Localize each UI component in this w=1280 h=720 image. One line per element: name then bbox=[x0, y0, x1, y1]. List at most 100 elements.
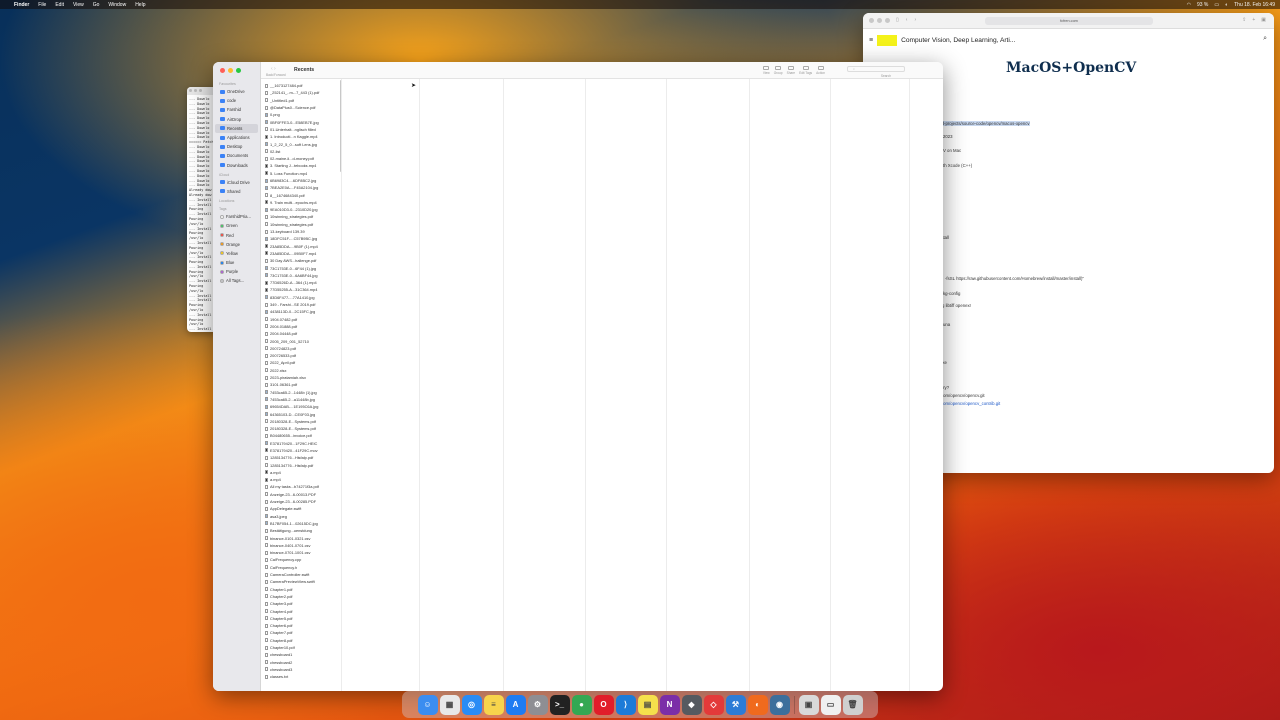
sidebar-item-onedrive[interactable]: OneDrive bbox=[215, 87, 258, 96]
list-item[interactable]: a.mp4 bbox=[265, 469, 341, 476]
sidebar-item-shared[interactable]: Shared bbox=[215, 187, 258, 196]
list-item[interactable]: B17BF054-1...02615DC.jpg bbox=[265, 520, 341, 527]
list-item[interactable]: 01-Unterhalt...nglisch filled bbox=[265, 126, 341, 133]
column-divider[interactable] bbox=[749, 79, 750, 691]
sidebar-item-downloads[interactable]: Downloads bbox=[215, 161, 258, 170]
list-item[interactable]: 5. Loss Function.mp4 bbox=[265, 170, 341, 177]
list-item[interactable]: 73C1753E-0...6F44 (1).jpg bbox=[265, 264, 341, 271]
list-item[interactable]: 1. Introducti...n Kaggle.mp4 bbox=[265, 133, 341, 140]
list-item[interactable]: 9. Train multi...epochs.mp4 bbox=[265, 199, 341, 206]
forward-icon[interactable]: › bbox=[914, 17, 916, 23]
new-tab-icon[interactable]: + bbox=[1252, 17, 1255, 23]
list-item[interactable]: 02-list bbox=[265, 148, 341, 155]
list-item[interactable]: 1904.07482.pdf bbox=[265, 316, 341, 323]
list-item[interactable]: 02-maine-li...d-money.pdf bbox=[265, 155, 341, 162]
dock-safari-icon[interactable]: ◎ bbox=[461, 694, 482, 715]
close-button[interactable] bbox=[220, 68, 225, 73]
column-divider[interactable] bbox=[341, 79, 342, 691]
edit-tags-button[interactable]: Edit Tags bbox=[799, 66, 812, 75]
list-item[interactable]: E378179420...1F29C.HEIC bbox=[265, 440, 341, 447]
list-item[interactable]: asa3.jpeg bbox=[265, 513, 341, 520]
sidebar-tag[interactable]: FarshidPria... bbox=[215, 212, 258, 221]
list-item[interactable]: 77D6526D-A...364 (1).mp4 bbox=[265, 279, 341, 286]
action-button[interactable]: Action bbox=[816, 66, 825, 75]
list-item[interactable]: 1285134776...Hisfalp.pdf bbox=[265, 461, 341, 468]
menu-help[interactable]: Help bbox=[135, 2, 145, 8]
sidebar-item-code[interactable]: code bbox=[215, 96, 258, 105]
list-item[interactable]: 10winning_strategies.pdf bbox=[265, 213, 341, 220]
search-icon[interactable]: ⌕ bbox=[1263, 35, 1267, 43]
list-item[interactable]: 3. Starting J...tebooks.mp4 bbox=[265, 162, 341, 169]
sidebar-item-desktop[interactable]: Desktop bbox=[215, 142, 258, 151]
list-item[interactable]: 2022.xlsx bbox=[265, 367, 341, 374]
menu-window[interactable]: Window bbox=[108, 2, 126, 8]
dock-preview-icon[interactable]: ▣ bbox=[798, 694, 819, 715]
list-item[interactable]: Chapter2.pdf bbox=[265, 593, 341, 600]
page-text-fragment[interactable]: -fsSL https://raw.githubusercontent.com/… bbox=[945, 276, 1084, 281]
list-item[interactable]: 18DFC51F-...C57B9BC.jpg bbox=[265, 235, 341, 242]
list-item[interactable]: binance-0401-0701.csv bbox=[265, 542, 341, 549]
sidebar-item-recents[interactable]: Recents bbox=[215, 123, 258, 133]
sidebar-item-icloud-drive[interactable]: iCloud Drive bbox=[215, 178, 258, 187]
menu-edit[interactable]: Edit bbox=[55, 2, 64, 8]
minimize-button[interactable] bbox=[228, 68, 233, 73]
dock-onenote-icon[interactable]: N bbox=[659, 694, 680, 715]
wifi-icon[interactable]: ◠ bbox=[1187, 2, 1191, 8]
sidebar-toggle-icon[interactable]: ▯ bbox=[896, 17, 899, 23]
menu-go[interactable]: Go bbox=[93, 2, 100, 8]
dock-launchpad-icon[interactable]: ▦ bbox=[439, 694, 460, 715]
list-item[interactable]: _Untitled1.pdf bbox=[265, 97, 341, 104]
list-item[interactable]: @DataPlus0...Science.pdf bbox=[265, 104, 341, 111]
list-item[interactable]: 200724823.pdf bbox=[265, 345, 341, 352]
list-item[interactable]: Anzeige-23...6-00285.PDF bbox=[265, 498, 341, 505]
list-item[interactable]: AppDelegate.swift bbox=[265, 505, 341, 512]
sidebar-item-applications[interactable]: Applications bbox=[215, 133, 258, 142]
list-item[interactable]: Bestätigung...uenstdung bbox=[265, 527, 341, 534]
site-title[interactable]: Computer Vision, Deep Learning, Arti... bbox=[901, 37, 1015, 44]
menu-clock[interactable]: Thu 18. Feb 16:49 bbox=[1234, 2, 1275, 8]
list-item[interactable]: chessboard3 bbox=[265, 666, 341, 673]
list-item[interactable]: CameraController.swift bbox=[265, 571, 341, 578]
list-item[interactable]: 1285134776...Hisfalp.pdf bbox=[265, 454, 341, 461]
list-item[interactable]: Chapter5.pdf bbox=[265, 615, 341, 622]
list-item[interactable]: a.mp4 bbox=[265, 476, 341, 483]
share-icon[interactable]: ⇪ bbox=[1242, 17, 1246, 23]
list-item[interactable]: B04480655...invoice.pdf bbox=[265, 432, 341, 439]
list-item[interactable]: Chapter8.pdf bbox=[265, 637, 341, 644]
sidebar-tag[interactable]: All Tags... bbox=[215, 276, 258, 285]
list-item[interactable]: classes.txt bbox=[265, 673, 341, 680]
list-item[interactable]: Chapter10.pdf bbox=[265, 644, 341, 651]
sidebar-item-documents[interactable]: Documents bbox=[215, 151, 258, 160]
list-item[interactable]: 3101.06361.pdf bbox=[265, 381, 341, 388]
list-item[interactable]: Chapter7.pdf bbox=[265, 629, 341, 636]
list-item[interactable]: 2022_April.pdf bbox=[265, 359, 341, 366]
dock-opera-icon[interactable]: O bbox=[593, 694, 614, 715]
list-item[interactable]: 200726533.pdf bbox=[265, 352, 341, 359]
address-bar[interactable]: fcfren.com bbox=[985, 17, 1153, 25]
list-item[interactable]: 23A85DDA-...09B0F7.mp4 bbox=[265, 250, 341, 257]
list-item[interactable]: 13-keyboard 139.39 bbox=[265, 228, 341, 235]
list-item[interactable]: 2023-piratamiah.xlsx bbox=[265, 374, 341, 381]
safari-window-controls[interactable] bbox=[869, 18, 890, 23]
list-item[interactable]: E378179420...41F29C.mov bbox=[265, 447, 341, 454]
list-item[interactable]: 2005_209_001_52710 bbox=[265, 337, 341, 344]
list-item[interactable]: __1673127484.pdf bbox=[265, 82, 341, 89]
zoom-button[interactable] bbox=[236, 68, 241, 73]
list-item[interactable]: 23A85DDA-...9B0F (1).mp4 bbox=[265, 243, 341, 250]
dock-trash-icon[interactable]: 🗑 bbox=[842, 694, 863, 715]
list-item[interactable]: CalFrequency.h bbox=[265, 564, 341, 571]
menu-view[interactable]: View bbox=[73, 2, 84, 8]
sidebar-tag[interactable]: Red bbox=[215, 230, 258, 239]
menu-app-name[interactable]: Finder bbox=[14, 2, 29, 8]
list-item[interactable]: 20180328-E...Systems.pdf bbox=[265, 418, 341, 425]
sidebar-item-airdrop[interactable]: AirDrop bbox=[215, 115, 258, 124]
list-item[interactable]: 9EA010D3-0...2310D20.jpg bbox=[265, 206, 341, 213]
dock-finder-icon[interactable]: ☺ bbox=[417, 694, 438, 715]
column-divider[interactable] bbox=[585, 79, 586, 691]
list-item[interactable]: _252141_..m-..7_443 (1).pdf bbox=[265, 89, 341, 96]
list-item[interactable]: 73C1753E-0...6A6BF44.jpg bbox=[265, 272, 341, 279]
list-item[interactable]: Chapter4.pdf bbox=[265, 607, 341, 614]
list-item[interactable]: Anzeige-23...6-00013.PDF bbox=[265, 491, 341, 498]
list-item[interactable]: 7453ca65-2...a11448b.jpg bbox=[265, 396, 341, 403]
list-item[interactable]: 1_2_22_5_0...soft Lens.jpg bbox=[265, 140, 341, 147]
